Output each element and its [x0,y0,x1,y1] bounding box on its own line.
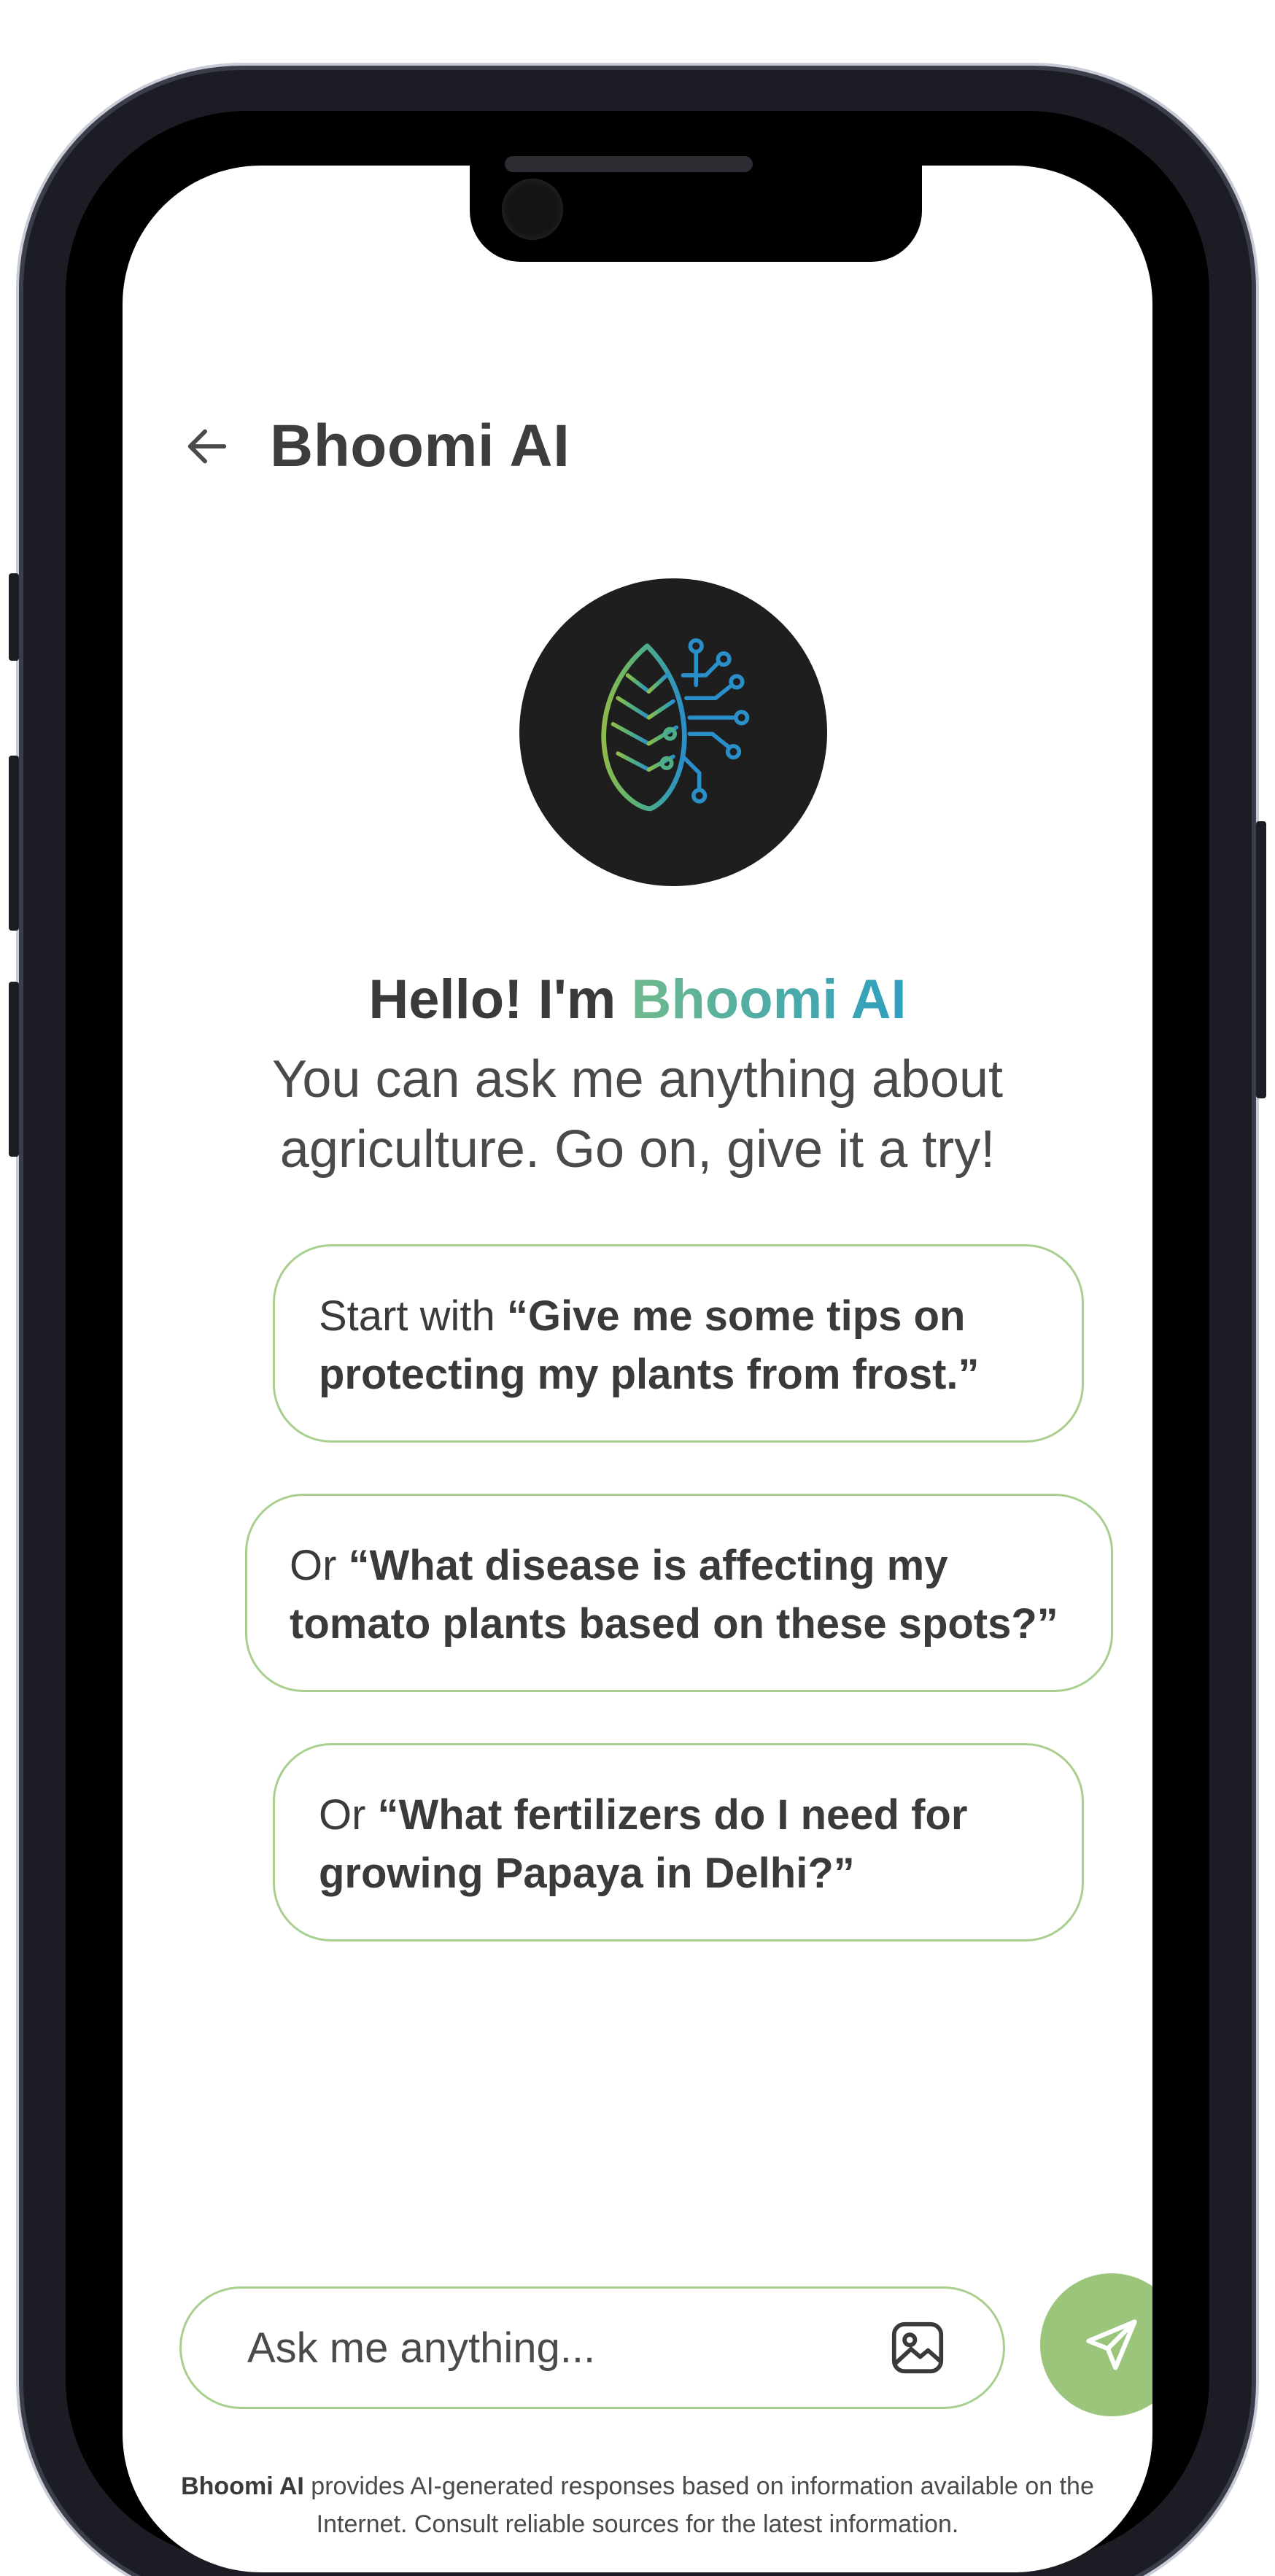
send-icon [1086,2319,1137,2370]
phone-frame: Bhoomi AI Hello! I'm Bhoomi AI You can a… [9,70,1266,2576]
greeting-intro: You can ask me anything about agricultur… [271,1050,1004,1179]
disclaimer-brand: Bhoomi AI [181,2472,304,2500]
app-header: Bhoomi AI [181,406,570,486]
page-title: Bhoomi AI [270,413,570,479]
volume-up-button [9,756,19,931]
power-button [1256,821,1266,1098]
suggestion-card-papaya[interactable]: Or “What fertilizers do I need for growi… [273,1743,1084,1941]
suggestion-card-tomato[interactable]: Or “What disease is affecting my tomato … [245,1494,1113,1692]
device-stage: Bhoomi AI Hello! I'm Bhoomi AI You can a… [0,0,1275,2576]
leaf-circuit-logo [601,638,750,834]
greeting-brand: Bhoomi AI [631,969,907,1031]
suggestion-prefix: Or [319,1791,378,1839]
chat-input-container [179,2286,1005,2409]
volume-down-button [9,982,19,1157]
disclaimer-text: Bhoomi AI provides AI-generated response… [166,2467,1109,2543]
greeting-heading: Hello! I'm Bhoomi AI [123,968,1152,1031]
suggestion-prefix: Or [290,1542,349,1589]
suggestion-prefix: Start with [319,1292,507,1340]
mute-switch [9,573,19,661]
phone-bezel: Bhoomi AI Hello! I'm Bhoomi AI You can a… [66,111,1209,2572]
front-camera [502,179,563,240]
arrow-left-icon[interactable] [181,420,233,473]
notch [470,166,922,262]
suggestion-text: “What fertilizers do I need for growing … [319,1791,968,1897]
image-icon[interactable] [886,2316,949,2379]
suggestion-text: “What disease is affecting my tomato pla… [290,1542,1058,1648]
greeting-prefix: Hello! I'm [368,969,632,1031]
disclaimer-body: provides AI-generated responses based on… [303,2472,1094,2538]
bot-avatar [519,578,827,886]
send-button[interactable] [1040,2273,1152,2416]
suggestion-card-frost[interactable]: Start with “Give me some tips on protect… [273,1244,1084,1443]
earpiece-speaker [505,156,753,172]
app-screen: Bhoomi AI Hello! I'm Bhoomi AI You can a… [123,166,1152,2572]
chat-input[interactable] [246,2322,832,2373]
